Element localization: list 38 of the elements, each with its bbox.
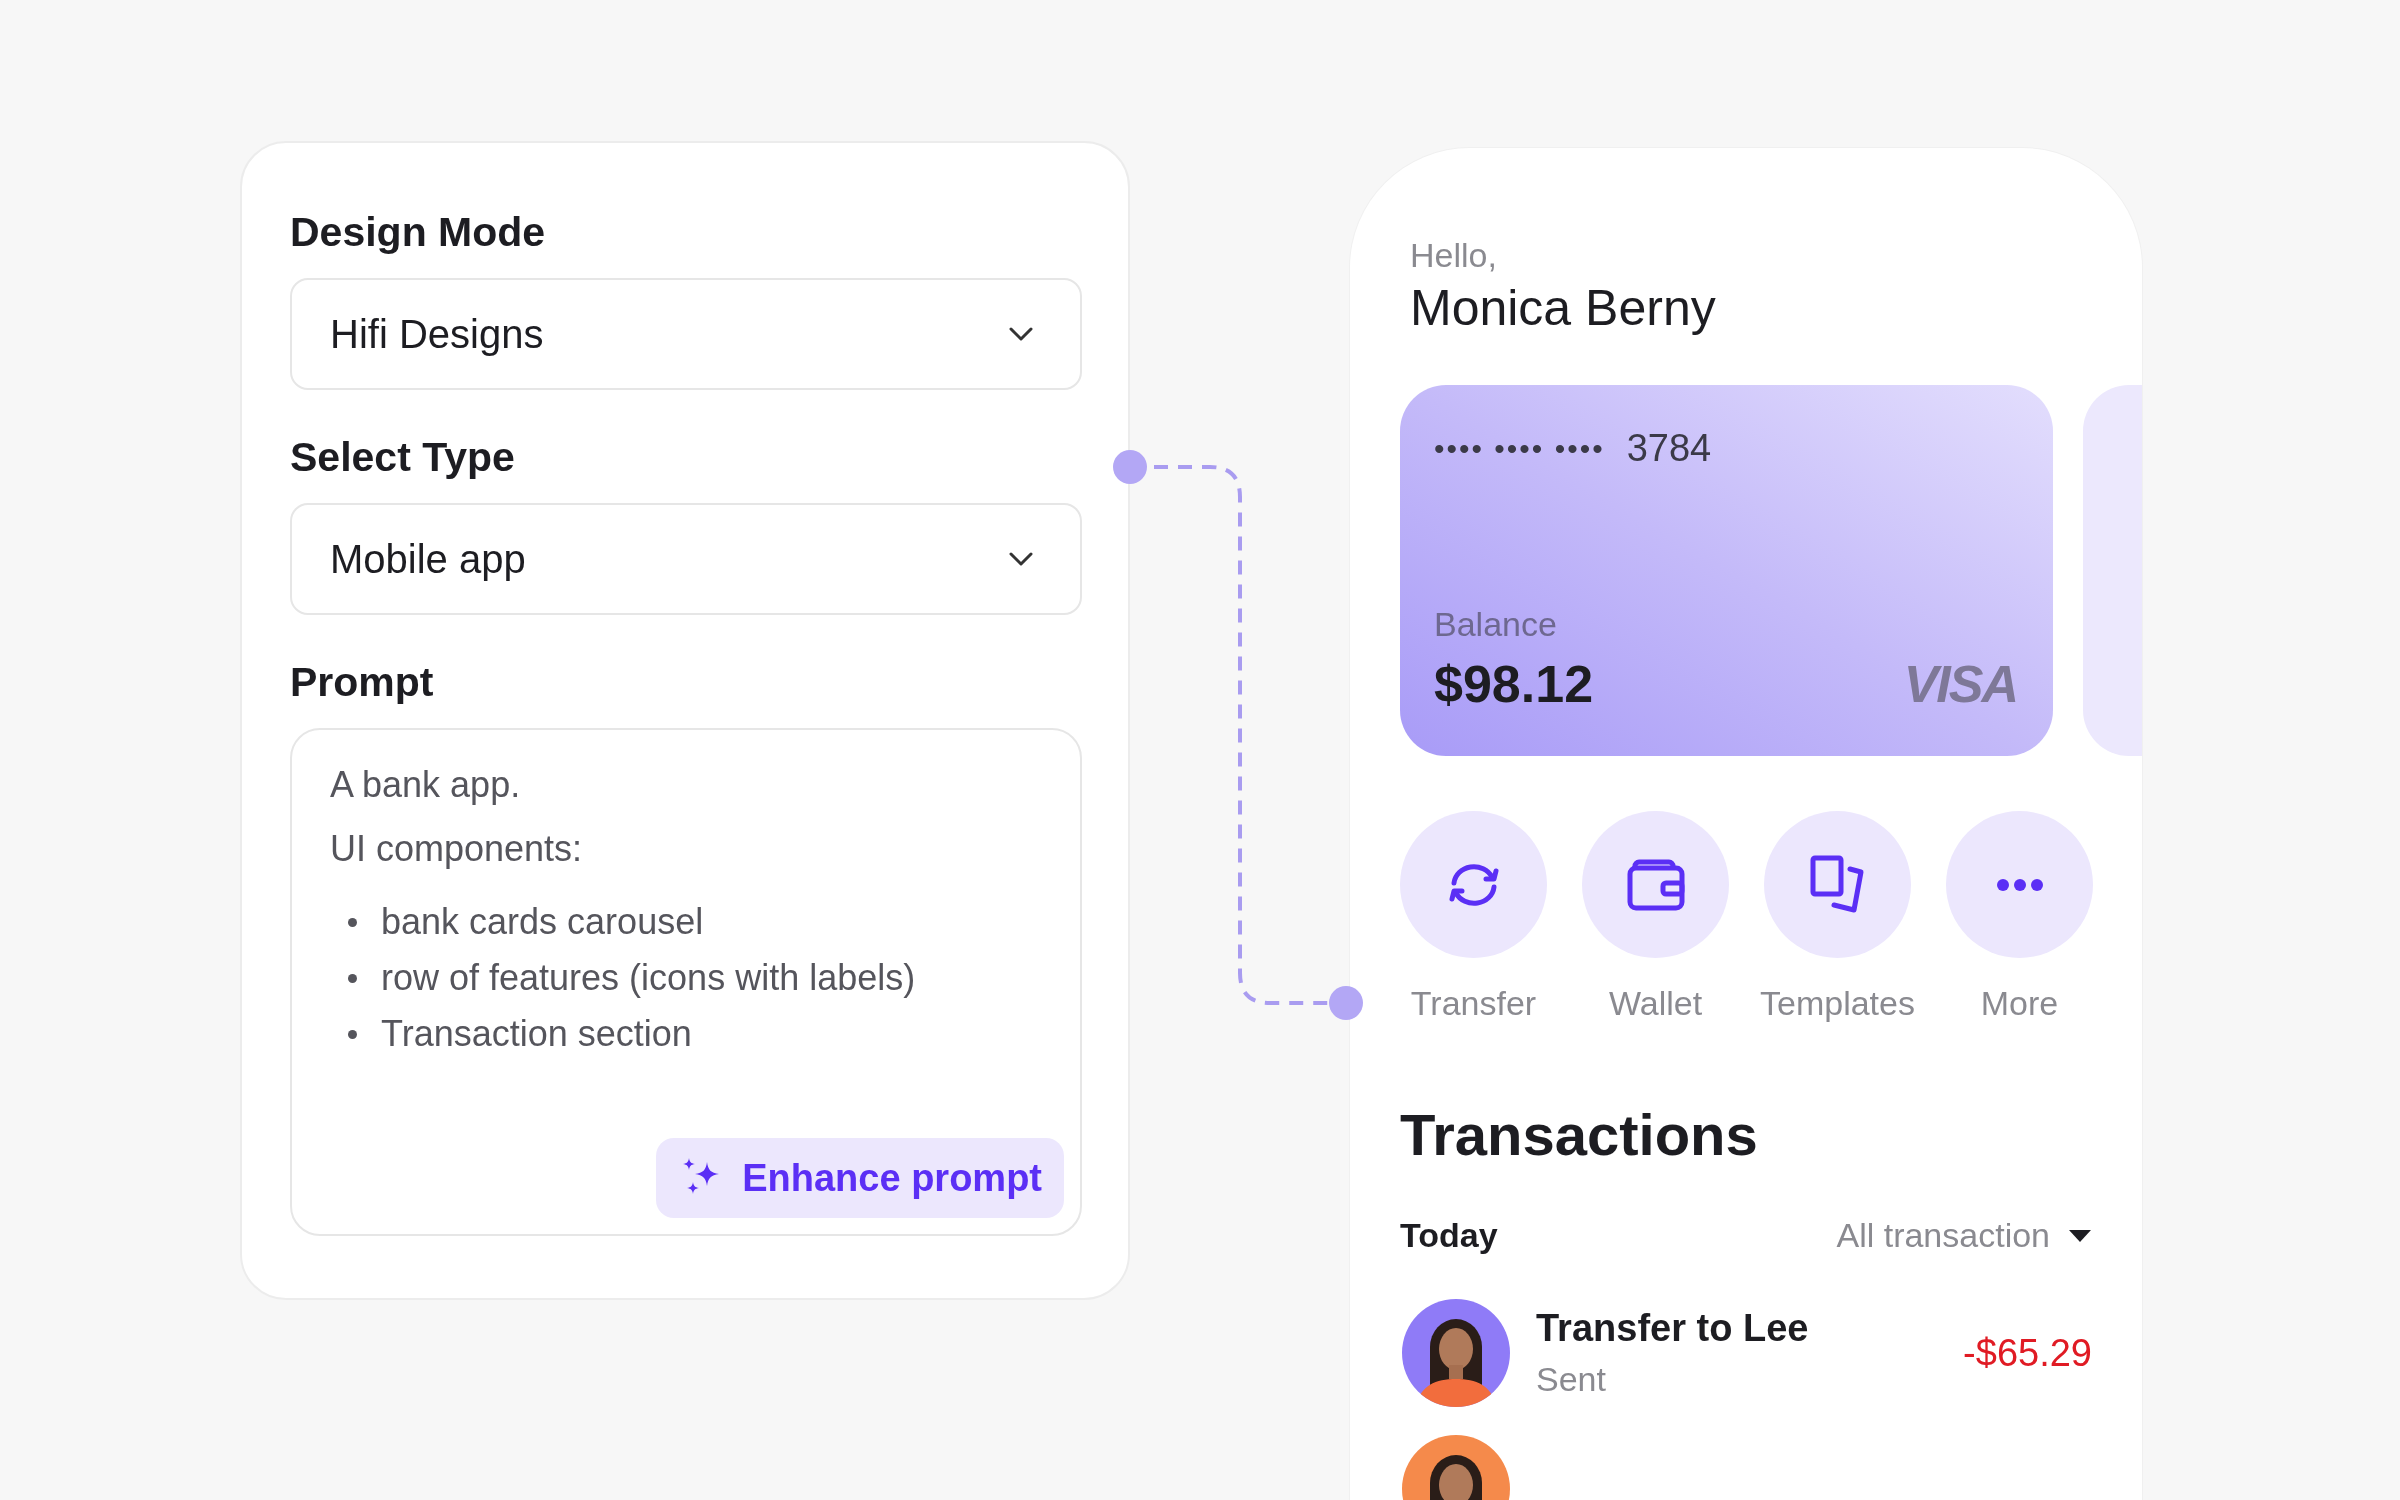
group-label: Today — [1400, 1216, 1498, 1255]
bullet-icon — [348, 1029, 357, 1039]
masked-digits: •••• •••• •••• — [1434, 431, 1605, 466]
caret-icon — [2068, 1228, 2092, 1243]
action-label: More — [1980, 984, 2059, 1023]
prompt-text: A bank app. — [330, 764, 522, 806]
prompt-text: UI components: — [330, 828, 584, 870]
chevron-down-icon — [1008, 551, 1034, 567]
list-item: bank cards carousel — [381, 901, 704, 943]
field-label: Prompt — [290, 659, 435, 706]
balance-amount: $98.12 — [1434, 654, 1594, 714]
dropdown[interactable]: Mobile app — [290, 503, 1082, 615]
bullet-icon — [348, 917, 357, 927]
field-label: Design Mode — [290, 209, 547, 256]
section-title: Transactions — [1399, 1101, 1759, 1168]
more-icon — [1995, 877, 2044, 892]
greeting: Hello, — [1410, 236, 1498, 275]
dropdown[interactable]: Hifi Designs — [290, 278, 1082, 390]
card-number: 3784 — [1626, 427, 1712, 470]
list-item: row of features (icons with labels) — [381, 957, 916, 999]
action-label: Transfer — [1410, 984, 1537, 1023]
pages-icon — [1809, 854, 1866, 915]
transaction-title: Transfer to Lee — [1536, 1307, 1810, 1350]
bullet-icon — [348, 973, 357, 983]
list-item: Transaction section — [381, 1013, 692, 1055]
chevron-down-icon — [1008, 326, 1034, 342]
user-name: Monica Berny — [1410, 279, 1717, 337]
action-label: Wallet — [1608, 984, 1703, 1023]
bank-card[interactable]: •••• •••• •••• 3784 Balance $98.12 VISA — [1400, 385, 2053, 756]
balance-label: Balance — [1434, 605, 1558, 644]
transaction-status: Sent — [1536, 1360, 1607, 1399]
prompt-field[interactable]: A bank app. UI components: bank cards carousel row of features (icons with labels) Transaction section Enhance prompt — [290, 728, 1082, 1236]
enhance-button[interactable]: Enhance prompt — [656, 1138, 1064, 1218]
field-label: Select Type — [290, 434, 516, 481]
wallet-icon — [1626, 858, 1685, 911]
action-label: Templates — [1760, 984, 1915, 1023]
transaction-amount: -$65.29 — [1963, 1331, 2092, 1375]
card-brand: VISA — [1903, 654, 2017, 714]
